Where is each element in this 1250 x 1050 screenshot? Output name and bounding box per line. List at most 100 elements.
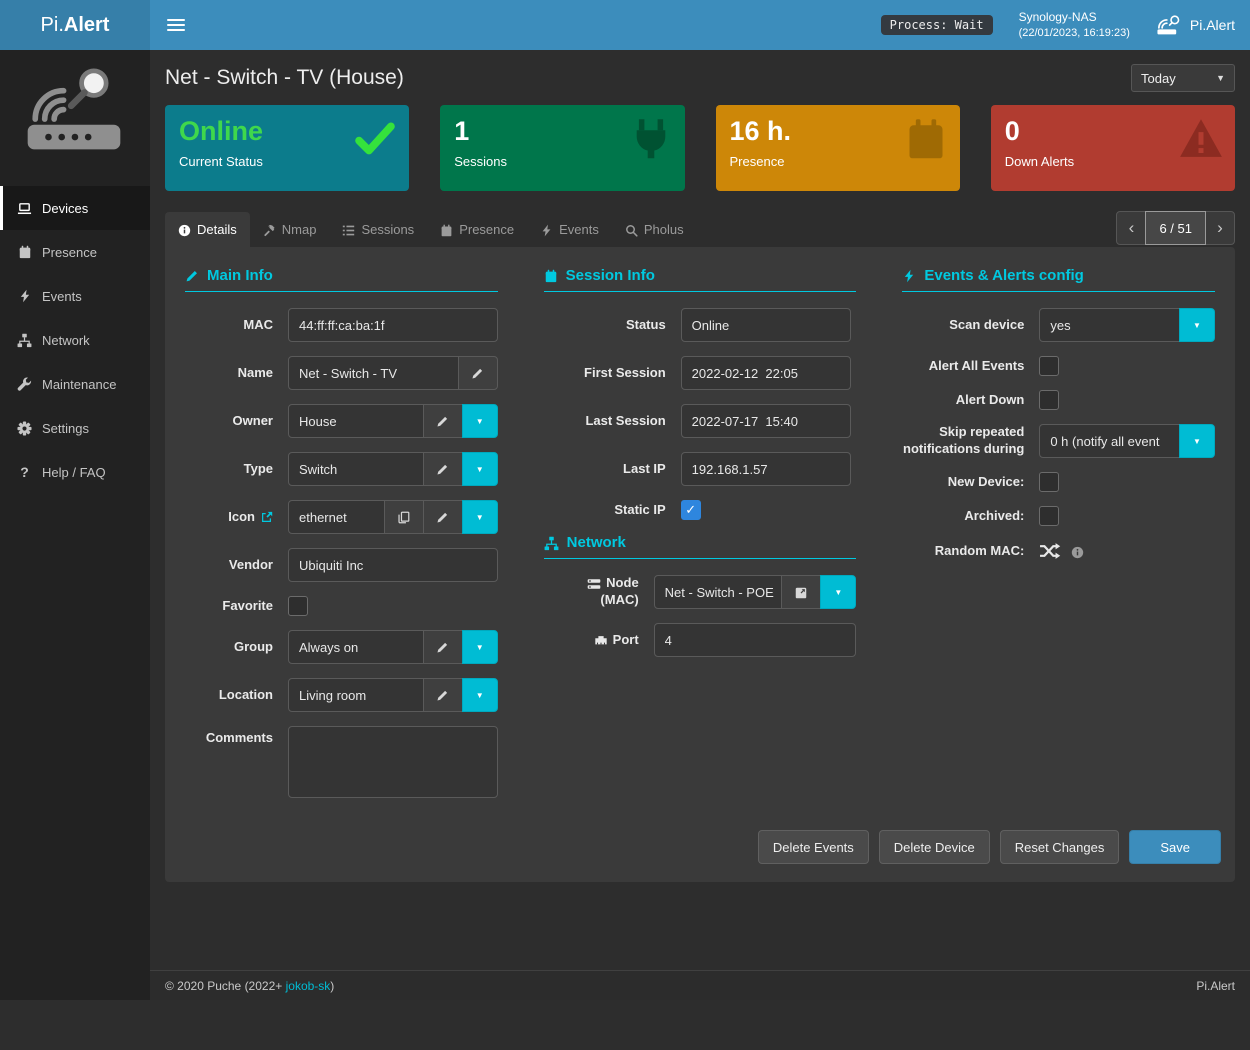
type-row: Type ▼ bbox=[185, 452, 498, 486]
copy-icon bbox=[397, 510, 410, 525]
favorite-checkbox[interactable] bbox=[288, 596, 308, 616]
scan-device-dropdown-button[interactable]: ▼ bbox=[1179, 308, 1215, 342]
alert-all-events-row: Alert All Events bbox=[902, 356, 1215, 376]
port-input[interactable] bbox=[654, 623, 857, 657]
new-device-checkbox[interactable] bbox=[1039, 472, 1059, 492]
first-session-input[interactable] bbox=[681, 356, 851, 390]
scan-device-select[interactable]: yes bbox=[1039, 308, 1180, 342]
warning-icon bbox=[1179, 117, 1223, 161]
edit-icon-button[interactable] bbox=[423, 500, 463, 534]
details-panel: Main Info MAC Name Owner bbox=[165, 247, 1235, 882]
skip-notifications-dropdown-button[interactable]: ▼ bbox=[1179, 424, 1215, 458]
alert-down-row: Alert Down bbox=[902, 390, 1215, 410]
last-session-input[interactable] bbox=[681, 404, 851, 438]
presence-card[interactable]: 16 h. Presence bbox=[716, 105, 960, 191]
archived-checkbox[interactable] bbox=[1039, 506, 1059, 526]
icon-dropdown-button[interactable]: ▼ bbox=[462, 500, 498, 534]
comments-row: Comments bbox=[185, 726, 498, 798]
alert-down-checkbox[interactable] bbox=[1039, 390, 1059, 410]
check-icon bbox=[353, 117, 397, 161]
owner-input[interactable] bbox=[288, 404, 424, 438]
reset-changes-button[interactable]: Reset Changes bbox=[1000, 830, 1120, 864]
sidebar-item-help[interactable]: ? Help / FAQ bbox=[0, 450, 150, 494]
status-row: Status bbox=[544, 308, 857, 342]
icon-input[interactable] bbox=[288, 500, 385, 534]
footer-author-link[interactable]: jokob-sk bbox=[286, 979, 331, 993]
last-session-row: Last Session bbox=[544, 404, 857, 438]
mac-input[interactable] bbox=[288, 308, 498, 342]
sidebar-item-network[interactable]: Network bbox=[0, 318, 150, 362]
tab-nmap[interactable]: Nmap bbox=[250, 212, 330, 247]
type-dropdown-button[interactable]: ▼ bbox=[462, 452, 498, 486]
comments-input[interactable] bbox=[288, 726, 498, 798]
topbar-brand-label: Pi.Alert bbox=[1190, 17, 1235, 33]
save-button[interactable]: Save bbox=[1129, 830, 1221, 864]
group-input[interactable] bbox=[288, 630, 424, 664]
static-ip-checkbox[interactable]: ✓ bbox=[681, 500, 701, 520]
owner-dropdown-button[interactable]: ▼ bbox=[462, 404, 498, 438]
status-input[interactable] bbox=[681, 308, 851, 342]
session-info-section: Session Info Status First Session Last S… bbox=[536, 267, 865, 812]
prev-device-button[interactable]: ‹ bbox=[1116, 211, 1146, 245]
section-title: Events & Alerts config bbox=[924, 267, 1083, 284]
network-icon bbox=[544, 534, 559, 551]
node-dropdown-button[interactable]: ▼ bbox=[820, 575, 856, 609]
edit-group-button[interactable] bbox=[423, 630, 463, 664]
external-link-icon[interactable] bbox=[260, 509, 273, 524]
location-label: Location bbox=[185, 687, 273, 704]
pialert-logo-icon bbox=[1156, 14, 1182, 36]
sidebar-item-settings[interactable]: Settings bbox=[0, 406, 150, 450]
sidebar-item-maintenance[interactable]: Maintenance bbox=[0, 362, 150, 406]
tab-sessions[interactable]: Sessions bbox=[329, 212, 427, 247]
comments-label: Comments bbox=[185, 726, 273, 747]
network-heading: Network bbox=[544, 534, 857, 559]
tab-events[interactable]: Events bbox=[527, 212, 612, 247]
calendar-icon bbox=[904, 117, 948, 161]
location-input[interactable] bbox=[288, 678, 424, 712]
skip-notifications-select[interactable]: 0 h (notify all event bbox=[1039, 424, 1180, 458]
page-title: Net - Switch - TV (House) bbox=[165, 66, 404, 90]
down-alerts-card[interactable]: 0 Down Alerts bbox=[991, 105, 1235, 191]
edit-location-button[interactable] bbox=[423, 678, 463, 712]
period-selector[interactable]: Today ▼ bbox=[1131, 64, 1235, 92]
gear-icon bbox=[16, 421, 33, 436]
info-circle-icon[interactable] bbox=[1071, 544, 1084, 562]
copy-icon-button[interactable] bbox=[384, 500, 424, 534]
type-input[interactable] bbox=[288, 452, 424, 486]
sidebar-item-presence[interactable]: Presence bbox=[0, 230, 150, 274]
calendar-icon bbox=[440, 222, 453, 237]
app-logo[interactable]: Pi.Alert bbox=[0, 0, 150, 50]
hamburger-menu-icon[interactable] bbox=[167, 19, 185, 31]
tab-presence[interactable]: Presence bbox=[427, 212, 527, 247]
delete-device-button[interactable]: Delete Device bbox=[879, 830, 990, 864]
alert-all-events-checkbox[interactable] bbox=[1039, 356, 1059, 376]
edit-name-button[interactable] bbox=[458, 356, 498, 390]
sessions-card[interactable]: 1 Sessions bbox=[440, 105, 684, 191]
group-row: Group ▼ bbox=[185, 630, 498, 664]
name-row: Name bbox=[185, 356, 498, 390]
group-dropdown-button[interactable]: ▼ bbox=[462, 630, 498, 664]
node-row: Node (MAC) Net - Switch - POE ▼ bbox=[544, 575, 857, 609]
node-select-value: Net - Switch - POE bbox=[665, 585, 774, 600]
goto-node-button[interactable] bbox=[781, 575, 821, 609]
current-status-card[interactable]: Online Current Status bbox=[165, 105, 409, 191]
delete-events-button[interactable]: Delete Events bbox=[758, 830, 869, 864]
next-device-button[interactable]: › bbox=[1205, 211, 1235, 245]
location-dropdown-button[interactable]: ▼ bbox=[462, 678, 498, 712]
sidebar-item-events[interactable]: Events bbox=[0, 274, 150, 318]
name-label: Name bbox=[185, 365, 273, 382]
topbar-brand[interactable]: Pi.Alert bbox=[1156, 14, 1235, 36]
tab-pholus[interactable]: Pholus bbox=[612, 212, 697, 247]
edit-type-button[interactable] bbox=[423, 452, 463, 486]
vendor-input[interactable] bbox=[288, 548, 498, 582]
first-session-label: First Session bbox=[544, 365, 666, 382]
host-name: Synology-NAS bbox=[1019, 9, 1130, 25]
sidebar-item-devices[interactable]: Devices bbox=[0, 186, 150, 230]
node-select[interactable]: Net - Switch - POE bbox=[654, 575, 783, 609]
chevron-down-icon: ▼ bbox=[1216, 73, 1225, 83]
bolt-icon bbox=[540, 222, 553, 237]
tab-details[interactable]: Details bbox=[165, 212, 250, 247]
edit-owner-button[interactable] bbox=[423, 404, 463, 438]
name-input[interactable] bbox=[288, 356, 459, 390]
last-ip-input[interactable] bbox=[681, 452, 851, 486]
